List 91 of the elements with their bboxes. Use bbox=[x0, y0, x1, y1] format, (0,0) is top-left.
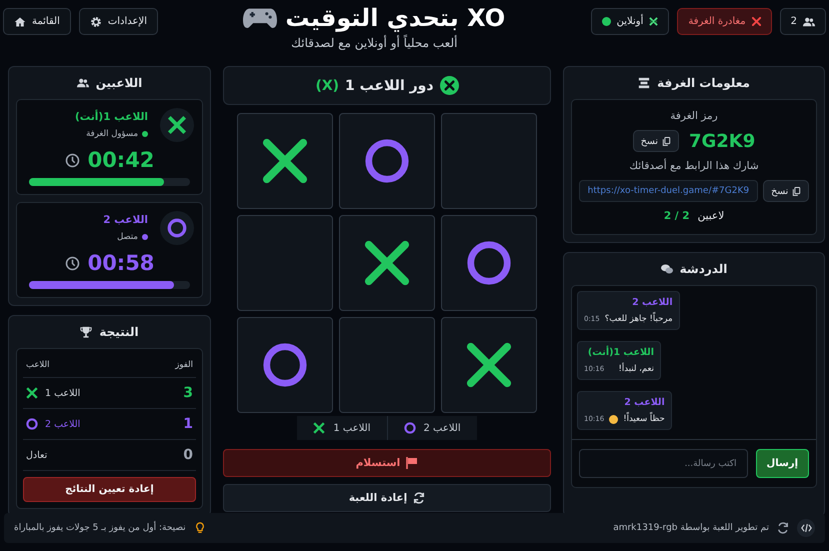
message-input[interactable]: اكتب رسالة... bbox=[579, 449, 748, 478]
player-status: متصل bbox=[117, 232, 138, 242]
room-code-label: رمز الغرفة bbox=[670, 110, 718, 122]
flag-icon bbox=[406, 457, 418, 469]
message-text: حظاً سعيداً! bbox=[623, 414, 665, 424]
tip-text: نصيحة: أول من يفوز بـ 5 جولات يفوز بالمباراة bbox=[14, 523, 186, 533]
share-link-field[interactable]: https://xo-timer-duel.game/#7G2K9 bbox=[578, 180, 758, 202]
score-player: تعادل bbox=[26, 450, 48, 460]
clock-icon bbox=[64, 256, 80, 270]
settings-icon bbox=[90, 16, 102, 28]
board-cell[interactable] bbox=[339, 113, 435, 209]
turn-mark: (X) bbox=[315, 78, 340, 94]
wins-count: 0 bbox=[183, 447, 193, 463]
copy-link-button[interactable]: نسخ bbox=[763, 180, 810, 202]
column-header: الفوز bbox=[175, 360, 193, 370]
settings-button[interactable]: الإعدادات bbox=[78, 8, 158, 35]
chip-label: اللاعب 2 bbox=[424, 422, 461, 434]
player-name: اللاعب 1(أنت) bbox=[74, 111, 148, 123]
server-icon bbox=[638, 77, 650, 89]
column-header: اللاعب bbox=[26, 360, 50, 370]
turn-label: دور اللاعب 1 bbox=[345, 78, 434, 94]
clock-icon bbox=[64, 152, 80, 168]
score-player: اللاعب 1 bbox=[45, 388, 80, 398]
o-mark-icon bbox=[404, 422, 416, 434]
leave-room-button[interactable]: مغادرة الغرفة bbox=[677, 8, 772, 35]
menu-button[interactable]: القائمة bbox=[3, 8, 71, 35]
surrender-button[interactable]: استسلام bbox=[223, 449, 551, 477]
message-text: نعم، لنبدأ! bbox=[618, 364, 654, 374]
copy-icon bbox=[792, 186, 802, 196]
sender-name: اللاعب 1(أنت) bbox=[586, 347, 654, 358]
code-icon bbox=[797, 519, 815, 537]
x-mark-icon bbox=[261, 137, 309, 185]
player-name: اللاعب 2 bbox=[103, 214, 148, 226]
x-mark-icon bbox=[465, 341, 513, 389]
gamepad-icon bbox=[243, 6, 278, 30]
board-cell[interactable] bbox=[441, 317, 537, 413]
chat-icon bbox=[660, 263, 673, 275]
message-text: مرحباً! جاهز للعب؟ bbox=[604, 314, 673, 324]
o-mark-icon bbox=[26, 418, 38, 430]
wins-count: 3 bbox=[183, 385, 193, 401]
refresh-icon bbox=[413, 492, 426, 504]
trophy-icon bbox=[80, 326, 92, 338]
lightbulb-icon bbox=[194, 522, 206, 534]
home-icon bbox=[14, 16, 26, 28]
reset-scores-button[interactable]: إعادة تعيين النتائج bbox=[23, 477, 196, 502]
o-mark-icon bbox=[465, 239, 513, 287]
room-code: 7G2K9 bbox=[688, 130, 756, 152]
board-cell[interactable] bbox=[237, 215, 333, 311]
players-count-button[interactable]: 2 bbox=[780, 8, 826, 35]
player-avatar bbox=[160, 108, 194, 142]
x-mark-icon bbox=[26, 387, 38, 399]
board-cell[interactable] bbox=[441, 215, 537, 311]
chip-label: اللاعب 1 bbox=[333, 422, 370, 434]
credit-text: تم تطوير اللعبة بواسطة amrk1319-rgb bbox=[613, 523, 769, 533]
board-cell[interactable] bbox=[237, 113, 333, 209]
copy-icon bbox=[662, 136, 671, 146]
sender-name: اللاعب 2 bbox=[623, 397, 665, 408]
subtitle: ألعب محلياً أو أونلاين مع لصدقائك bbox=[291, 36, 458, 50]
players-value: 2 / 2 bbox=[664, 210, 690, 222]
score-player: اللاعب 2 bbox=[45, 418, 80, 430]
panel-title: الدردشة bbox=[680, 262, 728, 276]
board-cell[interactable] bbox=[339, 215, 435, 311]
restart-button[interactable]: إعادة اللعبة bbox=[223, 484, 551, 512]
emoji-icon bbox=[609, 414, 618, 424]
board-cell[interactable] bbox=[339, 317, 435, 413]
users-icon bbox=[76, 77, 89, 89]
players-label: لاعبين bbox=[698, 210, 724, 222]
app-title: XO بتحدي التوقيت bbox=[285, 4, 506, 32]
close-icon bbox=[752, 17, 761, 26]
x-mark-icon bbox=[313, 422, 326, 434]
connection-label: أونلاين bbox=[616, 16, 644, 27]
board-cell[interactable] bbox=[441, 113, 537, 209]
sender-name: اللاعب 2 bbox=[631, 297, 673, 308]
player-timer: 00:58 bbox=[88, 251, 154, 275]
board-cell[interactable] bbox=[237, 317, 333, 413]
refresh-icon bbox=[777, 522, 789, 534]
o-mark-icon bbox=[261, 341, 309, 389]
panel-title: اللاعبين bbox=[96, 76, 142, 90]
copy-button[interactable]: نسخ bbox=[632, 130, 679, 152]
player-avatar bbox=[160, 211, 194, 245]
player-timer: 00:42 bbox=[88, 148, 154, 172]
panel-title: معلومات الغرفة bbox=[657, 76, 750, 90]
share-label: شارك هذا الرابط مع أصدقائك bbox=[629, 160, 759, 172]
users-icon bbox=[803, 16, 815, 28]
o-mark-icon bbox=[363, 137, 411, 185]
x-mark-icon bbox=[363, 239, 411, 287]
player-status: مسؤول الغرفة bbox=[86, 129, 138, 139]
panel-title: النتيجة bbox=[99, 325, 139, 339]
x-circle-icon bbox=[440, 76, 459, 95]
wins-count: 1 bbox=[183, 416, 193, 432]
send-button[interactable]: إرسال bbox=[756, 449, 809, 478]
